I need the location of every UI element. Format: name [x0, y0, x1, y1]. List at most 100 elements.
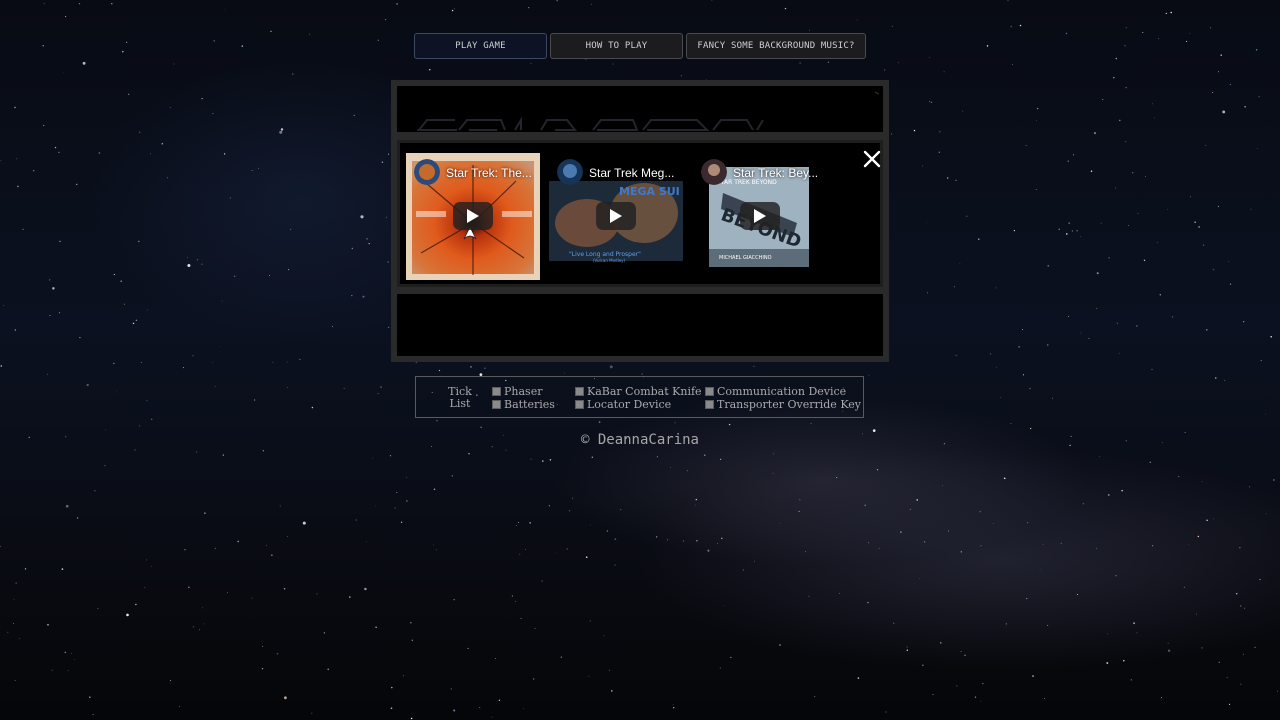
star — [366, 238, 368, 240]
star — [1133, 622, 1136, 625]
video-title-1: Star Trek: The... — [446, 166, 532, 180]
star — [204, 512, 206, 514]
star — [1036, 107, 1039, 110]
star — [1095, 547, 1098, 549]
star — [113, 274, 115, 276]
star — [7, 631, 9, 633]
video-embed-3[interactable]: BEYOND STAR TREK BEYOND MICHAEL GIACCHIN… — [693, 153, 827, 280]
star — [299, 359, 301, 361]
star — [76, 183, 78, 186]
checkbox-kabar-combat-knife[interactable]: KaBar Combat Knife — [575, 385, 702, 398]
star — [1194, 221, 1196, 223]
star — [188, 586, 190, 588]
svg-text:"Live Long and Prosper": "Live Long and Prosper" — [569, 251, 641, 258]
star — [229, 197, 231, 199]
play-icon[interactable] — [596, 202, 636, 230]
star — [1244, 106, 1246, 108]
game-title-screen — [397, 86, 883, 132]
star — [1259, 578, 1261, 581]
checkbox-communication-device[interactable]: Communication Device — [705, 385, 846, 398]
checkbox-icon[interactable] — [492, 387, 501, 396]
play-icon[interactable] — [453, 202, 493, 230]
checkbox-batteries[interactable]: Batteries — [492, 398, 555, 411]
play-icon[interactable] — [740, 202, 780, 230]
video-embed-2[interactable]: MEGA SUI "Live Long and Prosper" (Vulcan… — [549, 153, 683, 280]
star — [128, 93, 130, 95]
background-music-button[interactable]: FANCY SOME BACKGROUND MUSIC? — [686, 33, 866, 59]
checkbox-icon[interactable] — [705, 400, 714, 409]
star — [1206, 519, 1208, 522]
star — [323, 632, 326, 634]
star — [59, 312, 60, 314]
star — [49, 315, 51, 316]
checkbox-phaser[interactable]: Phaser — [492, 385, 542, 398]
star — [309, 33, 311, 35]
checkbox-icon[interactable] — [575, 400, 584, 409]
star — [799, 499, 801, 501]
star — [498, 699, 501, 701]
star — [283, 588, 286, 590]
star — [703, 454, 706, 456]
close-icon[interactable] — [862, 149, 882, 169]
checkbox-locator-device[interactable]: Locator Device — [575, 398, 671, 411]
star — [1145, 176, 1146, 177]
star — [1068, 222, 1070, 224]
star — [132, 322, 135, 325]
star — [105, 429, 107, 431]
star — [1167, 209, 1168, 210]
star — [730, 656, 732, 658]
star — [641, 373, 643, 375]
star — [51, 669, 53, 671]
star — [1229, 83, 1231, 85]
video-embed-1[interactable]: Star Trek: The... — [406, 153, 540, 280]
star — [1143, 259, 1146, 262]
star — [262, 646, 264, 647]
checkbox-icon[interactable] — [705, 387, 714, 396]
star — [77, 517, 79, 519]
svg-text:MICHAEL GIACCHINO: MICHAEL GIACCHINO — [719, 255, 772, 261]
star — [893, 622, 895, 624]
star — [1099, 456, 1100, 457]
star — [138, 240, 140, 243]
star — [687, 470, 688, 472]
star — [396, 491, 398, 493]
play-game-button[interactable]: PLAY GAME — [414, 33, 547, 59]
star — [947, 177, 949, 179]
star — [453, 8, 455, 10]
checkbox-transporter-override-key[interactable]: Transporter Override Key — [705, 398, 861, 411]
star — [966, 215, 968, 217]
star — [0, 160, 2, 161]
star — [926, 222, 928, 223]
video-title-3: Star Trek: Bey... — [733, 166, 819, 180]
star — [196, 259, 199, 261]
star — [1151, 368, 1153, 370]
star — [1188, 543, 1190, 545]
star — [742, 569, 745, 571]
star — [433, 544, 434, 546]
star — [960, 651, 962, 652]
star — [810, 422, 812, 425]
how-to-play-button[interactable]: HOW TO PLAY — [550, 33, 683, 59]
svg-text:STAR TREK BEYOND: STAR TREK BEYOND — [717, 179, 777, 186]
star — [1152, 103, 1154, 105]
star — [410, 717, 413, 720]
star — [1121, 489, 1123, 492]
checkbox-icon[interactable] — [492, 400, 501, 409]
star — [146, 309, 148, 311]
star — [956, 685, 958, 687]
star — [1115, 57, 1118, 60]
star — [711, 0, 713, 1]
star — [214, 547, 216, 549]
star — [1058, 228, 1060, 230]
checkbox-icon[interactable] — [575, 387, 584, 396]
star — [779, 522, 781, 524]
star — [612, 63, 614, 65]
star — [979, 511, 981, 513]
star — [1007, 0, 1009, 2]
star — [331, 326, 333, 328]
star — [362, 295, 365, 298]
star — [1265, 513, 1267, 515]
star — [528, 6, 530, 9]
star — [14, 329, 16, 331]
star — [453, 599, 455, 601]
